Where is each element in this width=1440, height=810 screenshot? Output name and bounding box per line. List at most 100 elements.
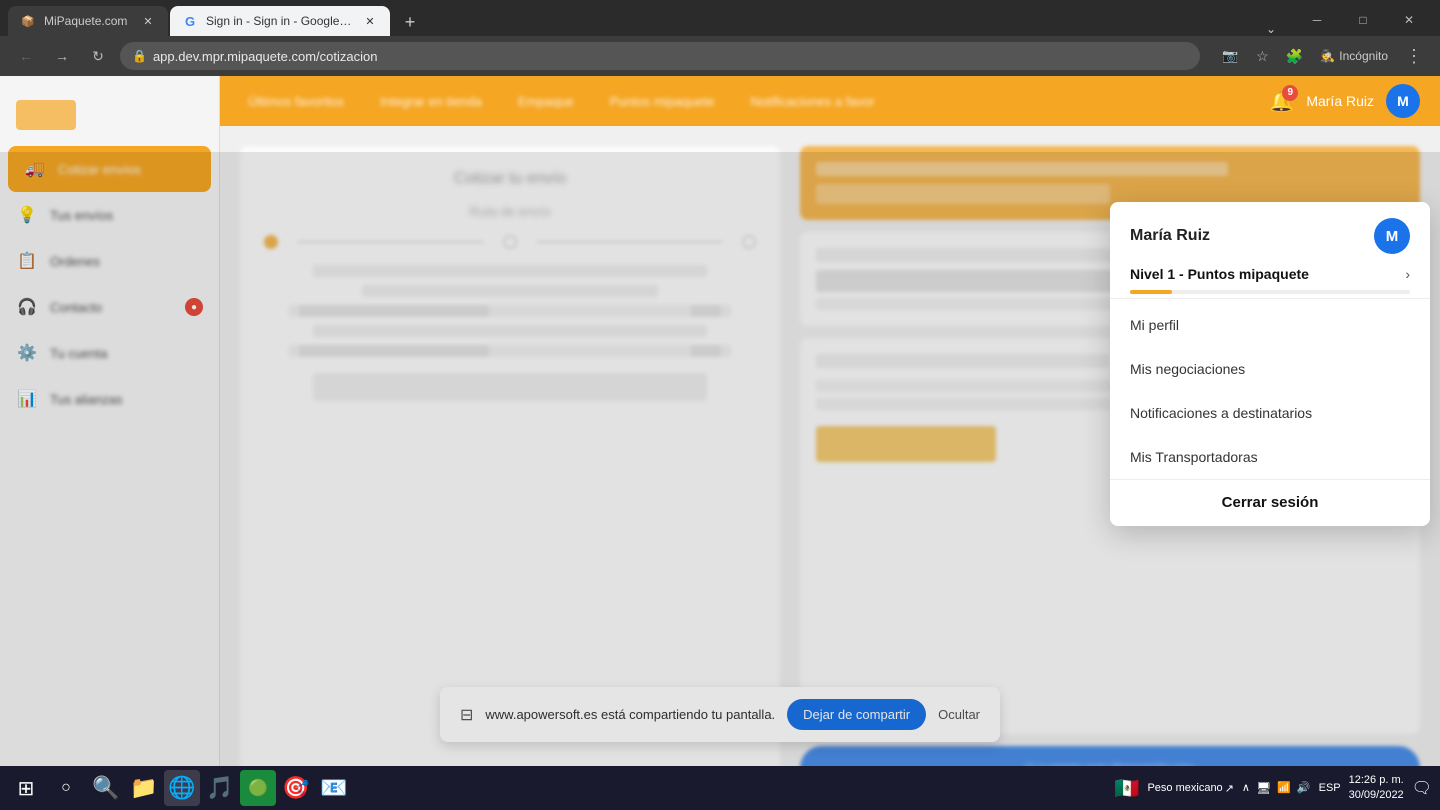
topnav-notificaciones[interactable]: Notificaciones a favor bbox=[742, 90, 882, 113]
forward-button[interactable]: → bbox=[48, 42, 76, 70]
bookmark-icon[interactable]: ☆ bbox=[1248, 42, 1276, 70]
refresh-button[interactable]: ↻ bbox=[84, 42, 112, 70]
sidebar-logo bbox=[0, 92, 219, 146]
sidebar-item-contacto-label: Contacto bbox=[50, 300, 102, 315]
close-button[interactable]: ✕ bbox=[1386, 4, 1432, 36]
sidebar-item-tus-envios[interactable]: 💡 Tus envíos bbox=[0, 192, 219, 238]
sidebar-item-tus-envios-label: Tus envíos bbox=[50, 208, 113, 223]
top-nav: Últimos favoritos Integrar en tienda Emp… bbox=[220, 76, 1440, 126]
contacto-badge: ● bbox=[185, 298, 203, 316]
topnav-empaque[interactable]: Empaque bbox=[510, 90, 582, 113]
taskbar-app-7[interactable]: 📧 bbox=[316, 770, 352, 806]
tab-google[interactable]: G Sign in - Sign in - Google Accounts ✕ bbox=[170, 6, 390, 36]
dropdown-progress-fill bbox=[1130, 290, 1172, 294]
route-line bbox=[298, 241, 483, 243]
dropdown-level[interactable]: Nivel 1 - Puntos mipaquete › bbox=[1110, 262, 1430, 290]
url-text: app.dev.mpr.mipaquete.com/cotizacion bbox=[153, 49, 1188, 64]
tab-close-google[interactable]: ✕ bbox=[362, 13, 378, 29]
dropdown-item-mis-negociaciones[interactable]: Mis negociaciones bbox=[1110, 347, 1430, 391]
incognito-button[interactable]: 🕵 Incógnito bbox=[1312, 45, 1396, 67]
topnav-ultimos[interactable]: Últimos favoritos bbox=[240, 90, 352, 113]
incognito-label: Incógnito bbox=[1339, 49, 1388, 63]
logout-button[interactable]: Cerrar sesión bbox=[1222, 494, 1319, 511]
hide-share-button[interactable]: Ocultar bbox=[938, 707, 980, 722]
maximize-button[interactable]: □ bbox=[1340, 4, 1386, 36]
extension-icon[interactable]: 🧩 bbox=[1280, 42, 1308, 70]
tab-favicon-google: G bbox=[182, 13, 198, 29]
taskbar-lang-label: ESP bbox=[1319, 782, 1341, 794]
dropdown-footer: Cerrar sesión bbox=[1110, 479, 1430, 526]
headset-icon: 🎧 bbox=[16, 296, 38, 318]
taskbar-app-1[interactable]: 🔍 bbox=[88, 770, 124, 806]
taskbar-date-value: 30/09/2022 bbox=[1349, 788, 1404, 803]
taskbar-search-button[interactable]: ○ bbox=[48, 770, 84, 806]
topnav-puntos[interactable]: Puntos mipaquete bbox=[602, 90, 723, 113]
security-lock-icon: 🔒 bbox=[132, 49, 147, 63]
user-dropdown-menu: María Ruiz M Nivel 1 - Puntos mipaquete … bbox=[1110, 202, 1430, 526]
sidebar-item-ordenes[interactable]: 📋 Ordenes bbox=[0, 238, 219, 284]
incognito-icon: 🕵 bbox=[1320, 49, 1335, 63]
settings-icon: ⚙️ bbox=[16, 342, 38, 364]
taskbar-app-5[interactable]: 🟢 bbox=[240, 770, 276, 806]
dropdown-item-mi-perfil[interactable]: Mi perfil bbox=[1110, 303, 1430, 347]
dropdown-progress-bar bbox=[1130, 290, 1410, 294]
tab-title-google: Sign in - Sign in - Google Accounts bbox=[206, 14, 354, 28]
top-nav-right: 🔔 9 María Ruiz M bbox=[1269, 84, 1420, 118]
topnav-integrar[interactable]: Integrar en tienda bbox=[372, 90, 490, 113]
sidebar-item-cotizar[interactable]: 🚚 Cotizar envíos bbox=[8, 146, 211, 192]
sidebar-item-tu-cuenta[interactable]: ⚙️ Tu cuenta bbox=[0, 330, 219, 376]
taskbar-app-6[interactable]: 🎯 bbox=[278, 770, 314, 806]
taskbar-app-2[interactable]: 📁 bbox=[126, 770, 162, 806]
sidebar-logo-image bbox=[16, 100, 76, 130]
browser-actions: 📷 ☆ 🧩 🕵 Incógnito ⋮ bbox=[1216, 42, 1428, 70]
tab-mipaquete[interactable]: 📦 MiPaquete.com ✕ bbox=[8, 6, 168, 36]
taskbar-network-icon: 🖥 bbox=[1256, 781, 1271, 795]
new-tab-button[interactable]: + bbox=[396, 8, 424, 36]
dropdown-divider-1 bbox=[1110, 298, 1430, 299]
route-destination-dot bbox=[742, 235, 756, 249]
dropdown-header: María Ruiz M bbox=[1110, 202, 1430, 262]
minimize-button[interactable]: ─ bbox=[1294, 4, 1340, 36]
dropdown-item-notificaciones[interactable]: Notificaciones a destinatarios bbox=[1110, 391, 1430, 435]
stop-sharing-button[interactable]: Dejar de compartir bbox=[787, 699, 926, 730]
route-origin-dot bbox=[264, 235, 278, 249]
user-name-button[interactable]: María Ruiz bbox=[1306, 93, 1374, 109]
dropdown-level-text: Nivel 1 - Puntos mipaquete bbox=[1130, 266, 1309, 282]
taskbar-time[interactable]: 12:26 p. m. 30/09/2022 bbox=[1349, 773, 1404, 804]
notification-count: 9 bbox=[1282, 85, 1298, 101]
taskbar-system-icons: ∧ 🖥 📶 🔊 bbox=[1242, 781, 1311, 795]
sidebar-item-tu-cuenta-label: Tu cuenta bbox=[50, 346, 107, 361]
dropdown-user-name: María Ruiz bbox=[1130, 227, 1210, 245]
share-banner: ⊟ www.apowersoft.es está compartiendo tu… bbox=[440, 687, 1000, 742]
taskbar-wifi-icon: 📶 bbox=[1277, 781, 1291, 795]
tab-favicon-mipaquete: 📦 bbox=[20, 13, 36, 29]
sidebar-item-tus-alianzas[interactable]: 📊 Tus alianzas bbox=[0, 376, 219, 422]
taskbar-flag-icon: 🇲🇽 bbox=[1115, 776, 1140, 801]
menu-button[interactable]: ⋮ bbox=[1400, 42, 1428, 70]
sidebar-item-contacto[interactable]: 🎧 Contacto ● bbox=[0, 284, 219, 330]
taskbar-app-music[interactable]: 🎵 bbox=[202, 770, 238, 806]
taskbar-right: 🇲🇽 Peso mexicano ↗ ∧ 🖥 📶 🔊 ESP 12:26 p. … bbox=[1115, 773, 1432, 804]
tab-overflow-button[interactable]: ⌄ bbox=[1258, 22, 1284, 36]
truck-icon: 🚚 bbox=[24, 158, 46, 180]
taskbar: ⊞ ○ 🔍 📁 🌐 🎵 🟢 🎯 📧 🇲🇽 Peso mexicano ↗ ∧ 🖥… bbox=[0, 766, 1440, 810]
notification-center-icon[interactable]: 🗨 bbox=[1412, 778, 1432, 798]
dropdown-item-transportadoras[interactable]: Mis Transportadoras bbox=[1110, 435, 1430, 479]
camera-off-icon[interactable]: 📷 bbox=[1216, 42, 1244, 70]
back-button[interactable]: ← bbox=[12, 42, 40, 70]
start-button[interactable]: ⊞ bbox=[8, 770, 44, 806]
sidebar-item-ordenes-label: Ordenes bbox=[50, 254, 100, 269]
chart-icon: 📊 bbox=[16, 388, 38, 410]
notifications-button[interactable]: 🔔 9 bbox=[1269, 89, 1294, 114]
user-avatar-button[interactable]: M bbox=[1386, 84, 1420, 118]
url-bar[interactable]: 🔒 app.dev.mpr.mipaquete.com/cotizacion bbox=[120, 42, 1200, 70]
tab-bar: 📦 MiPaquete.com ✕ G Sign in - Sign in - … bbox=[0, 0, 1440, 36]
tab-title-mipaquete: MiPaquete.com bbox=[44, 14, 132, 28]
browser-chrome: 📦 MiPaquete.com ✕ G Sign in - Sign in - … bbox=[0, 0, 1440, 76]
taskbar-apps: 🔍 📁 🌐 🎵 🟢 🎯 📧 bbox=[88, 770, 352, 806]
share-text: www.apowersoft.es está compartiendo tu p… bbox=[485, 707, 775, 722]
dropdown-avatar: M bbox=[1374, 218, 1410, 254]
taskbar-app-chrome[interactable]: 🌐 bbox=[164, 770, 200, 806]
tab-close-mipaquete[interactable]: ✕ bbox=[140, 13, 156, 29]
app-container: 🚚 Cotizar envíos 💡 Tus envíos 📋 Ordenes … bbox=[0, 76, 1440, 810]
